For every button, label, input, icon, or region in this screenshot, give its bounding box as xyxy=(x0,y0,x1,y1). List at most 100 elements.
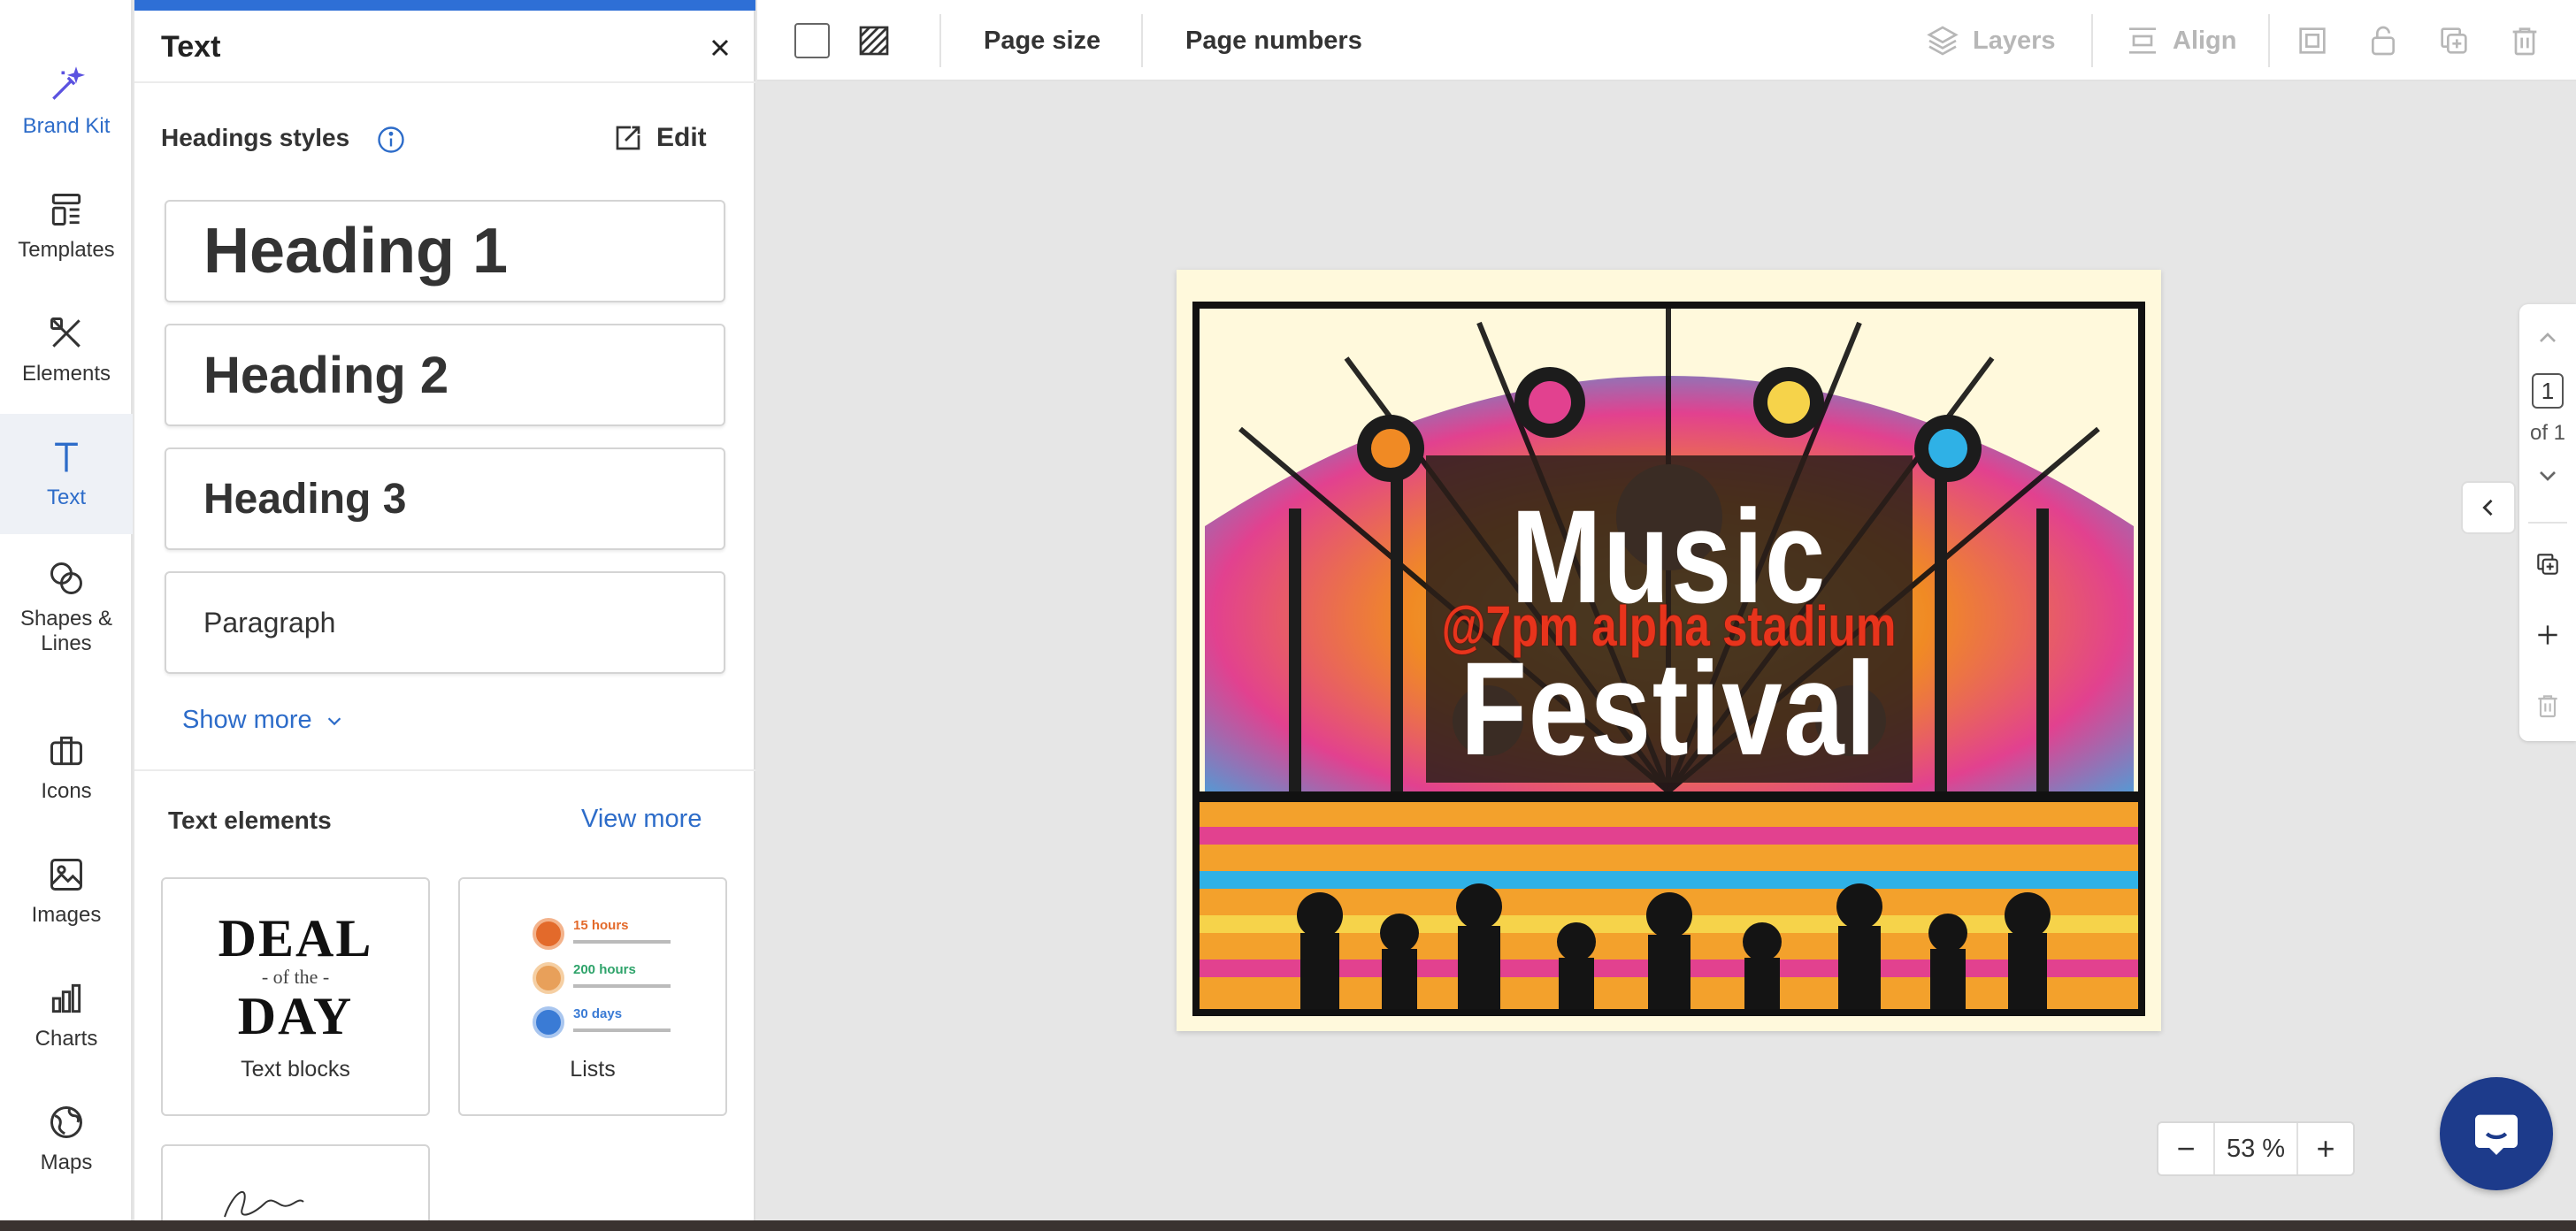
page-numbers-label: Page numbers xyxy=(1185,26,1362,55)
duplicate-page-icon[interactable] xyxy=(2534,550,2562,578)
rail-label: Templates xyxy=(18,238,115,262)
rail-item-maps[interactable]: Maps xyxy=(0,1079,133,1199)
lock-icon xyxy=(2372,26,2395,56)
signature-preview-icon xyxy=(224,1190,304,1218)
list-item-subtext xyxy=(573,1028,671,1032)
page-count: of 1 xyxy=(2529,421,2566,445)
chevron-up-icon[interactable] xyxy=(2534,324,2562,352)
bar-chart-icon xyxy=(51,983,81,1013)
list-item-subtext xyxy=(573,940,671,944)
rail-item-charts[interactable]: Charts xyxy=(0,955,133,1075)
rail-item-text[interactable]: Text xyxy=(0,414,133,534)
edit-button[interactable]: Edit xyxy=(612,119,707,157)
text-blocks-label: Text blocks xyxy=(241,1057,350,1082)
list-item: 15 hours xyxy=(533,918,671,950)
current-page-number[interactable]: 1 xyxy=(2532,373,2564,409)
rail-label: Images xyxy=(31,903,102,927)
chat-button[interactable] xyxy=(2440,1077,2553,1190)
rail-label: Maps xyxy=(40,1151,93,1174)
add-page-icon[interactable] xyxy=(2534,621,2562,649)
view-more-link[interactable]: View more xyxy=(581,805,702,834)
text-icon xyxy=(55,442,78,472)
edit-label: Edit xyxy=(656,123,707,152)
rail-label: Shapes & Lines xyxy=(19,607,113,655)
list-bullet-icon xyxy=(533,962,564,994)
panel-divider xyxy=(134,769,755,771)
chevron-down-icon[interactable] xyxy=(2534,462,2562,490)
layers-label: Layers xyxy=(1973,26,2056,55)
duplicate-icon xyxy=(2441,27,2467,54)
lists-label: Lists xyxy=(570,1057,616,1082)
heading-1-style[interactable]: Heading 1 xyxy=(165,200,725,302)
globe-icon xyxy=(50,1106,82,1138)
toolbar-divider xyxy=(939,14,941,67)
heading-1-label: Heading 1 xyxy=(203,216,509,287)
page-size-button[interactable]: Page size xyxy=(984,0,1100,81)
heading-3-style[interactable]: Heading 3 xyxy=(165,447,725,550)
panel-title: Text xyxy=(161,30,221,64)
group-button[interactable] xyxy=(2295,0,2330,81)
duplicate-button[interactable] xyxy=(2436,0,2472,81)
rail-item-icons[interactable]: Icons xyxy=(0,707,133,828)
zoom-in-button[interactable]: + xyxy=(2298,1123,2353,1174)
rail-label: Icons xyxy=(41,779,92,803)
templates-icon xyxy=(51,194,81,226)
heading-2-label: Heading 2 xyxy=(203,346,449,404)
left-rail: Brand Kit Templates Elements Text Shapes… xyxy=(0,0,133,1220)
page-navigator: 1 of 1 xyxy=(2519,304,2576,741)
rail-item-images[interactable]: Images xyxy=(0,831,133,952)
signature-card[interactable] xyxy=(161,1144,430,1231)
shapes-icon xyxy=(50,562,82,594)
headings-styles-title: Headings styles xyxy=(161,124,350,151)
rail-item-brand-kit[interactable]: Brand Kit xyxy=(0,42,133,163)
deal-mid-text: - of the - xyxy=(261,966,330,988)
paragraph-label: Paragraph xyxy=(203,606,336,638)
layers-icon xyxy=(1927,26,1959,56)
layers-button[interactable]: Layers xyxy=(1925,0,2056,81)
chevron-left-icon xyxy=(2482,499,2493,516)
collapse-pager-button[interactable] xyxy=(2461,481,2516,534)
chat-bubble-icon xyxy=(2475,1114,2518,1155)
list-item-title: 200 hours xyxy=(573,962,636,977)
poster-title-festival[interactable]: Festival xyxy=(1265,632,2073,785)
paragraph-style[interactable]: Paragraph xyxy=(165,571,725,674)
deal-top-text: DEAL xyxy=(218,909,373,967)
rail-item-templates[interactable]: Templates xyxy=(0,166,133,287)
zoom-control: − 53 % + xyxy=(2157,1121,2355,1176)
text-blocks-card[interactable]: DEAL - of the - DAY Text blocks xyxy=(161,877,430,1116)
rail-item-shapes-lines[interactable]: Shapes & Lines xyxy=(0,541,133,674)
toolbar-divider xyxy=(2268,14,2270,67)
deal-bottom-text: DAY xyxy=(237,987,354,1045)
heading-2-style[interactable]: Heading 2 xyxy=(165,324,725,426)
rail-label: Charts xyxy=(34,1027,98,1051)
fill-swatch-icon xyxy=(794,23,830,58)
fill-color-button[interactable] xyxy=(794,0,830,81)
page-numbers-button[interactable]: Page numbers xyxy=(1185,0,1362,81)
delete-button[interactable] xyxy=(2507,0,2542,81)
pattern-button[interactable] xyxy=(856,0,892,81)
lock-button[interactable] xyxy=(2365,0,2401,81)
lists-card[interactable]: 15 hours 200 hours 30 days Lists xyxy=(458,877,727,1116)
top-toolbar: Page size Page numbers Layers Align xyxy=(757,0,2576,81)
rail-label: Elements xyxy=(21,362,111,386)
image-icon xyxy=(50,859,82,891)
show-more-button[interactable]: Show more xyxy=(182,706,344,735)
pager-divider xyxy=(2528,522,2567,524)
zoom-level[interactable]: 53 % xyxy=(2213,1123,2298,1174)
rail-item-elements[interactable]: Elements xyxy=(0,290,133,410)
bottom-strip xyxy=(0,1220,2576,1231)
toolbar-divider xyxy=(2091,14,2093,67)
zoom-out-button[interactable]: − xyxy=(2158,1123,2213,1174)
info-icon[interactable] xyxy=(375,124,407,156)
align-button[interactable]: Align xyxy=(2125,0,2237,81)
chevron-down-icon xyxy=(327,716,341,725)
delete-page-icon[interactable] xyxy=(2534,692,2562,720)
align-icon xyxy=(2129,27,2156,54)
list-item-title: 30 days xyxy=(573,1006,623,1021)
align-label: Align xyxy=(2173,26,2237,55)
external-edit-icon xyxy=(616,126,640,150)
design-page[interactable]: Music @7pm alpha stadium Festival xyxy=(1177,270,2161,1031)
show-more-label: Show more xyxy=(182,706,312,734)
magic-wand-icon xyxy=(52,66,86,100)
close-icon[interactable] xyxy=(706,34,734,62)
